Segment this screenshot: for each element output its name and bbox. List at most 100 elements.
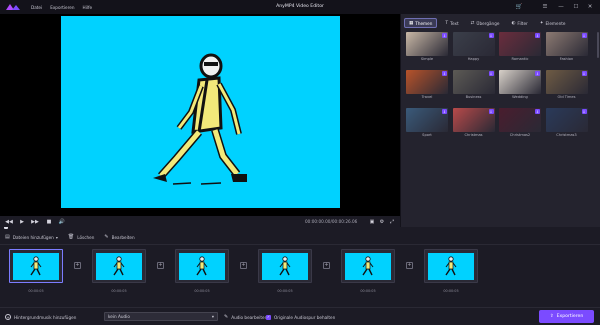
download-icon[interactable]: ⇩ <box>535 71 540 76</box>
volume-icon[interactable]: 🔊 <box>57 216 67 227</box>
edit-audio-button[interactable]: ✎ Audio bearbeiten <box>224 312 267 322</box>
close-icon[interactable]: ✕ <box>585 2 595 12</box>
add-transition-icon[interactable]: + <box>323 262 330 269</box>
audio-select[interactable]: kein Audio ▾ <box>104 312 218 321</box>
rewind-icon[interactable]: ◀◀ <box>4 216 14 227</box>
edit-audio-label: Audio bearbeiten <box>231 314 268 320</box>
tab-filter[interactable]: ◐ Filter <box>507 18 531 28</box>
theme-label: Simple <box>420 57 434 61</box>
keep-original-audio-label: Originale Audiospur behalten <box>274 314 336 320</box>
clip-duration: 00:00:05 <box>28 289 44 293</box>
tab-themen[interactable]: ▦ Themen <box>404 18 438 28</box>
clip-thumbnail <box>96 253 142 280</box>
clip-frame <box>92 249 146 283</box>
add-transition-icon[interactable]: + <box>157 262 164 269</box>
video-frame <box>61 16 340 208</box>
delete-button[interactable]: 🗑 Löschen <box>68 234 95 240</box>
clip-thumbnail <box>179 253 225 280</box>
app-window: Datei Exportieren Hilfe AnyMP4 Video Edi… <box>0 0 600 325</box>
menu-exportieren[interactable]: Exportieren <box>50 5 74 10</box>
timeline-clip[interactable]: 00:00:05 <box>341 249 395 293</box>
settings-icon[interactable]: ⚙ <box>377 216 387 227</box>
theme-label: Christmas <box>464 133 483 137</box>
trash-icon: 🗑 <box>67 234 75 240</box>
fullscreen-icon[interactable]: ⤢ <box>387 216 397 227</box>
theme-item[interactable]: ⇩ Simple <box>406 32 448 65</box>
app-logo-icon <box>3 2 23 12</box>
theme-grid-scrollbar[interactable] <box>597 32 599 58</box>
minimize-icon[interactable]: — <box>556 2 566 12</box>
fast-forward-icon[interactable]: ▶▶ <box>30 216 40 227</box>
download-icon[interactable]: ⇩ <box>442 33 447 38</box>
chevron-down-icon: ▾ <box>211 314 214 319</box>
timecode: 00:00:00.00/00:00:26.06 <box>305 219 358 224</box>
timeline-clip[interactable]: 00:00:05 <box>175 249 229 293</box>
clip-thumbnail <box>345 253 391 280</box>
tab-uebergaenge[interactable]: ⇄ Übergänge <box>467 18 504 28</box>
theme-item[interactable]: ⇩ Romantic <box>499 32 541 65</box>
download-icon[interactable]: ⇩ <box>581 71 587 76</box>
tab-elemente[interactable]: ✦ Elemente <box>536 18 570 28</box>
download-icon[interactable]: ⇩ <box>535 109 540 114</box>
theme-item[interactable]: ⇩ Wedding <box>499 70 541 103</box>
export-label: Exportieren <box>556 314 584 319</box>
add-files-button[interactable]: ▤ Dateien hinzufügen ▾ <box>5 234 58 240</box>
clip-frame <box>341 249 395 283</box>
stop-icon[interactable]: ■ <box>44 216 54 227</box>
clip-duration: 00:00:05 <box>443 289 459 293</box>
menu-hilfe[interactable]: Hilfe <box>83 5 93 10</box>
download-icon[interactable]: ⇩ <box>442 71 447 76</box>
filter-icon: ◐ <box>511 20 516 26</box>
theme-item[interactable]: ⇩ Old Times <box>545 70 588 103</box>
tab-text[interactable]: T Text <box>441 18 462 28</box>
play-icon[interactable]: ▶ <box>17 216 27 227</box>
transitions-icon: ⇄ <box>470 20 475 26</box>
audio-edit-icon: ✎ <box>224 314 229 320</box>
add-transition-icon[interactable]: + <box>240 262 247 269</box>
add-music-button[interactable]: + Hintergrundmusik hinzufügen <box>5 312 76 322</box>
download-icon[interactable]: ⇩ <box>488 109 494 114</box>
theme-item[interactable]: ⇩ Christmas <box>452 108 495 141</box>
theme-thumbnail: ⇩ <box>452 70 495 94</box>
theme-item[interactable]: ⇩ Travel <box>406 70 448 103</box>
theme-item[interactable]: ⇩ Business <box>452 70 495 103</box>
theme-thumbnail: ⇩ <box>545 32 588 56</box>
delete-label: Löschen <box>77 234 95 240</box>
timeline-clip[interactable]: 00:00:05 <box>92 249 146 293</box>
download-icon[interactable]: ⇩ <box>488 33 494 38</box>
theme-item[interactable]: ⇩ Happy <box>452 32 495 65</box>
download-icon[interactable]: ⇩ <box>581 109 587 114</box>
edit-icon: ✎ <box>104 234 109 240</box>
theme-item[interactable]: ⇩ Christmas2 <box>499 108 541 141</box>
edit-button[interactable]: ✎ Bearbeiten <box>104 234 134 240</box>
download-icon[interactable]: ⇩ <box>581 33 587 38</box>
theme-thumbnail: ⇩ <box>499 108 541 132</box>
tab-filter-label: Filter <box>517 20 528 26</box>
timeline-clip[interactable]: 00:00:05 <box>258 249 312 293</box>
download-icon[interactable]: ⇩ <box>442 109 447 114</box>
theme-thumbnail: ⇩ <box>499 32 541 56</box>
theme-thumbnail: ⇩ <box>406 108 448 132</box>
theme-label: Christmas3 <box>556 133 577 137</box>
clip-frame <box>258 249 312 283</box>
tab-themen-label: Themen <box>415 20 433 26</box>
maximize-icon[interactable]: ☐ <box>571 2 581 12</box>
theme-label: Happy <box>467 57 480 61</box>
snapshot-icon[interactable]: ▣ <box>367 216 377 227</box>
theme-item[interactable]: ⇩ Christmas3 <box>545 108 588 141</box>
theme-item[interactable]: ⇩ Fashion <box>545 32 588 65</box>
download-icon[interactable]: ⇩ <box>488 71 494 76</box>
timeline-clip[interactable]: 00:00:05 <box>424 249 478 293</box>
add-transition-icon[interactable]: + <box>406 262 413 269</box>
menu-datei[interactable]: Datei <box>31 5 42 10</box>
menu-icon[interactable]: ☰ <box>540 2 550 12</box>
keep-original-audio-checkbox[interactable]: ✓ Originale Audiospur behalten <box>266 312 335 322</box>
export-button[interactable]: ⇪ Exportieren <box>539 310 594 323</box>
theme-label: Christmas2 <box>509 133 531 137</box>
cart-icon[interactable]: 🛒 <box>514 2 524 12</box>
add-transition-icon[interactable]: + <box>74 262 81 269</box>
theme-item[interactable]: ⇩ Sport <box>406 108 448 141</box>
bottom-bar: + Hintergrundmusik hinzufügen kein Audio… <box>0 307 600 325</box>
timeline-clip[interactable]: 00:00:05 <box>9 249 63 293</box>
download-icon[interactable]: ⇩ <box>535 33 540 38</box>
